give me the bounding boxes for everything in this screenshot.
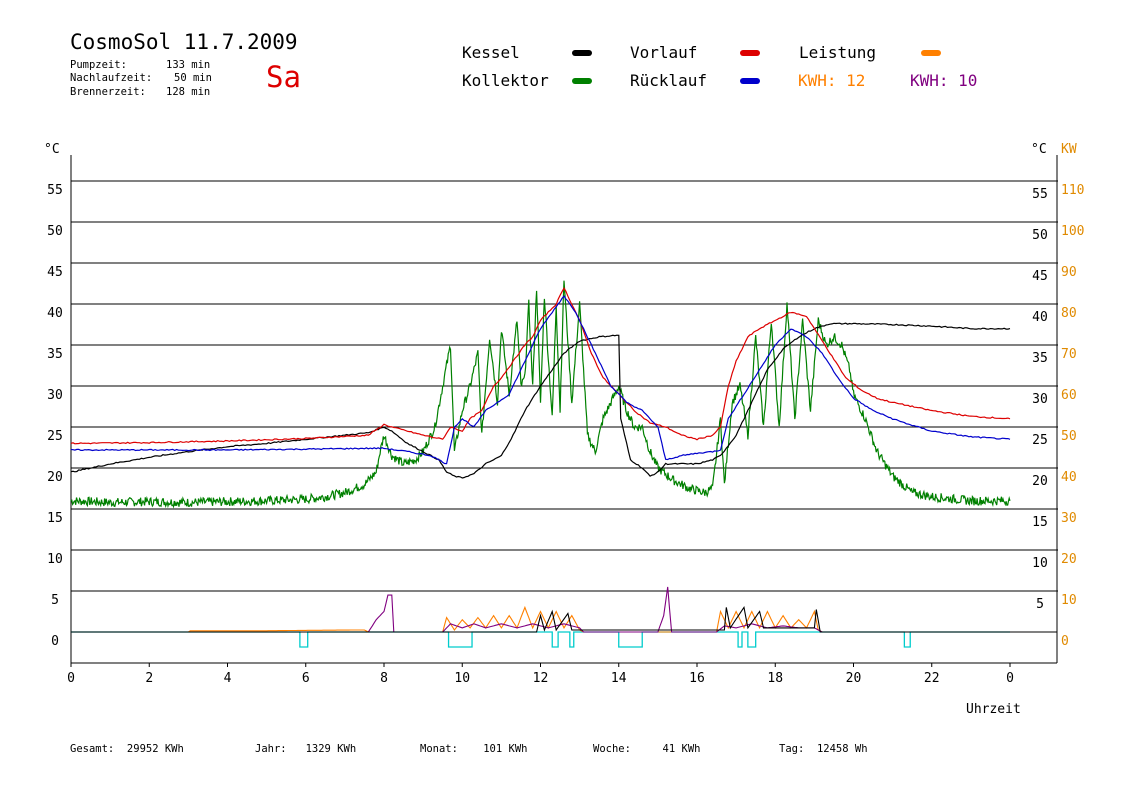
y2-tick-label: 30	[1061, 511, 1077, 526]
y-tick-label-left: 35	[47, 347, 63, 362]
x-tick-label: 16	[689, 671, 705, 686]
y-tick-label-right: 35	[1032, 351, 1048, 366]
footer-tag: Tag: 12458 Wh	[779, 743, 868, 755]
y-tick-label-right: 25	[1032, 433, 1048, 448]
footer-woche: Woche: 41 KWh	[593, 743, 701, 755]
x-tick-label: 0	[67, 671, 75, 686]
power-series-leistung	[71, 605, 1010, 633]
y-tick-label-left: 40	[47, 306, 63, 321]
y2-tick-label: 100	[1061, 224, 1084, 239]
footer-jahr: Jahr: 1329 KWh	[255, 743, 357, 755]
y-tick-label-left: 45	[47, 265, 63, 280]
y2-tick-label: 80	[1061, 306, 1077, 321]
y-tick-label-right: 55	[1032, 187, 1048, 202]
y-tick-label-left: 55	[47, 183, 63, 198]
chart-tick-labels: 0 2 4 6 8 10 12 14 16 18 20 22 005101520253035404550…	[47, 183, 1084, 686]
temperature-chart: 0 2 4 6 8 10 12 14 16 18 20 22 005101520253035404550…	[47, 155, 1084, 686]
y-tick-label-left: 15	[47, 511, 63, 526]
x-tick-label: 2	[145, 671, 153, 686]
y-tick-label-left: 0	[51, 634, 59, 649]
y-tick-label-right: 40	[1032, 310, 1048, 325]
x-tick-label: 12	[533, 671, 549, 686]
y2-tick-label: 70	[1061, 347, 1077, 362]
chart-axes	[70, 155, 1058, 664]
x-tick-label: 10	[454, 671, 470, 686]
y-tick-label-right: 10	[1032, 556, 1048, 571]
x-tick-label: 0	[1006, 671, 1014, 686]
y-tick-label-right: 45	[1032, 269, 1048, 284]
x-tick-label: 4	[224, 671, 232, 686]
y2-tick-label: 20	[1061, 552, 1077, 567]
y-tick-label-right: 15	[1032, 515, 1048, 530]
y-tick-label-left: 50	[47, 224, 63, 239]
temperature-series	[70, 280, 1011, 509]
series-vorlauf	[70, 287, 1011, 445]
power-series	[71, 586, 1010, 633]
y-tick-label-right: 50	[1032, 228, 1048, 243]
y2-tick-label: 50	[1061, 429, 1077, 444]
y-tick-label-right: 5	[1036, 597, 1044, 612]
footer-monat: Monat: 101 KWh	[420, 743, 528, 755]
x-tick-label: 6	[302, 671, 310, 686]
x-tick-label: 8	[380, 671, 388, 686]
pump-status-line	[71, 631, 1010, 648]
pump-status-series	[71, 631, 1010, 648]
power-series-kwh	[71, 586, 1010, 633]
y-tick-label-right: 30	[1032, 392, 1048, 407]
y-tick-label-right: 20	[1032, 474, 1048, 489]
y2-tick-label: 60	[1061, 388, 1077, 403]
x-tick-label: 18	[767, 671, 783, 686]
y2-tick-label: 40	[1061, 470, 1077, 485]
y2-tick-label: 0	[1061, 634, 1069, 649]
y-tick-label-left: 25	[47, 429, 63, 444]
y-tick-label-left: 10	[47, 552, 63, 567]
y2-tick-label: 10	[1061, 593, 1077, 608]
y-tick-label-left: 30	[47, 388, 63, 403]
y2-tick-label: 90	[1061, 265, 1077, 280]
x-tick-label: 14	[611, 671, 627, 686]
chart-grid	[71, 180, 1058, 592]
y2-tick-label: 110	[1061, 183, 1084, 198]
y-tick-label-left: 20	[47, 470, 63, 485]
x-tick-label: 20	[846, 671, 862, 686]
y-tick-label-left: 5	[51, 593, 59, 608]
x-tick-label: 22	[924, 671, 940, 686]
footer-gesamt: Gesamt: 29952 KWh	[70, 743, 184, 755]
